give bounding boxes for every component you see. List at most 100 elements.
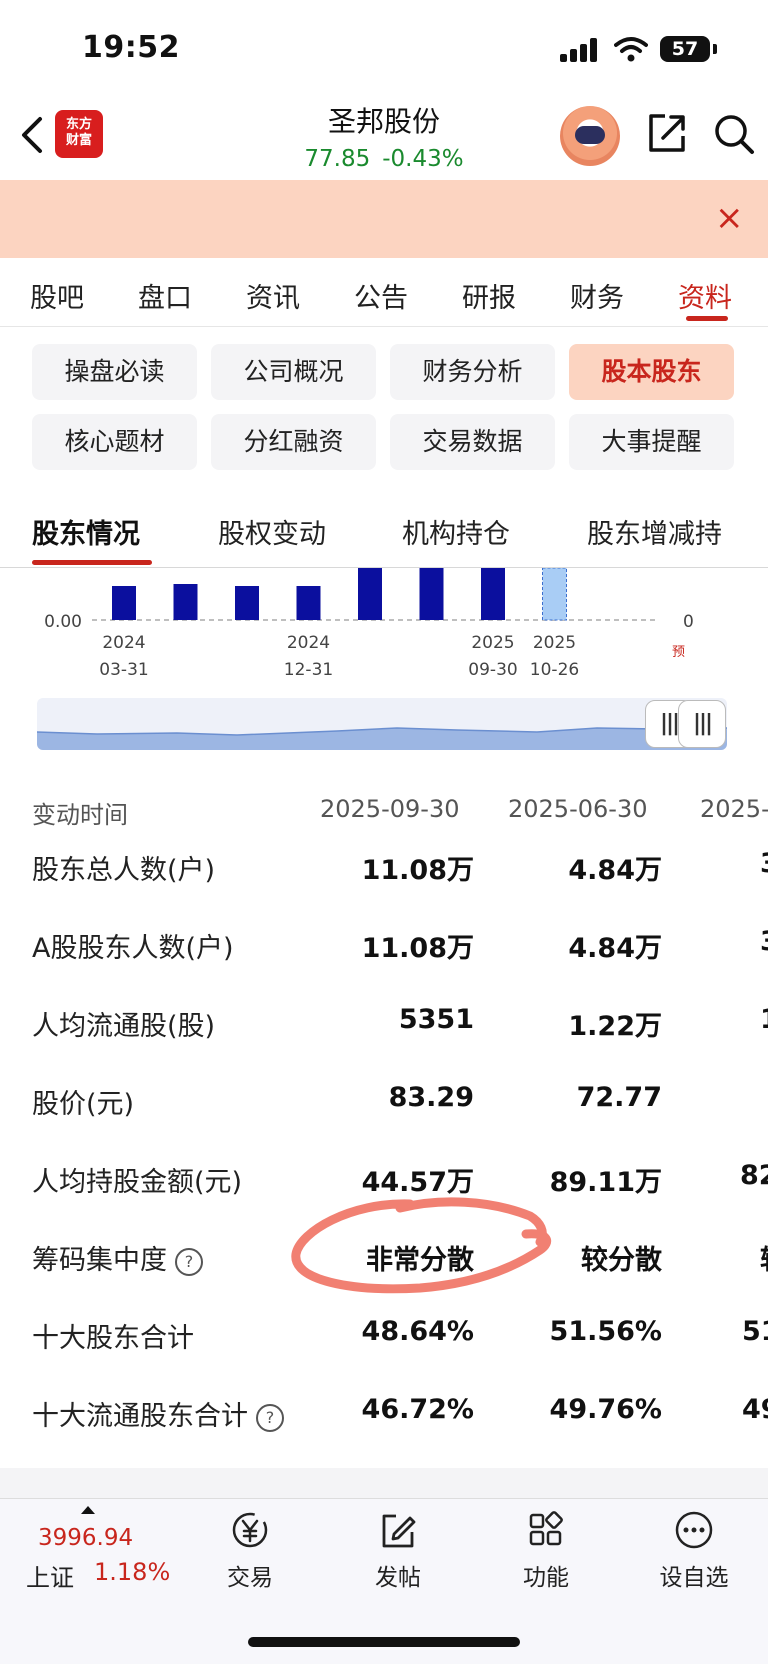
robot-face-icon (575, 126, 605, 144)
trade-yen-icon (232, 1512, 268, 1548)
search-icon[interactable] (712, 112, 756, 156)
subtab-equity-changes[interactable]: 股权变动 (218, 512, 326, 551)
tab-finance[interactable]: 财务 (570, 276, 624, 315)
grid-btn-trading-data[interactable]: 交易数据 (390, 414, 555, 470)
right-axis-zero-label: 0 (683, 612, 694, 632)
tab-research[interactable]: 研报 (462, 276, 516, 315)
help-icon[interactable]: ? (175, 1247, 203, 1276)
table-cell: 51.56% (549, 1316, 662, 1347)
grid-btn-dividends[interactable]: 分红融资 (211, 414, 376, 470)
table-cell: 46.72% (361, 1394, 474, 1425)
row-label-top10-holders: 十大股东合计 (32, 1323, 194, 1354)
grid-btn-financial-analysis[interactable]: 财务分析 (390, 344, 555, 400)
table-cell: 3 (760, 926, 768, 957)
add-watchlist-label: 设自选 (659, 1565, 729, 1591)
home-indicator (248, 1637, 520, 1647)
help-icon[interactable]: ? (256, 1403, 284, 1432)
table-cell: 1.22万 (568, 1011, 662, 1042)
table-col-1: 2025-09-30 (320, 795, 460, 823)
bottom-nav-trade[interactable]: 交易 (195, 1510, 305, 1592)
table-cell: 72.77 (576, 1082, 662, 1113)
table-cell: 11.08万 (361, 855, 474, 886)
table-cell: 89.11万 (549, 1167, 662, 1198)
promo-banner[interactable] (0, 180, 768, 258)
shareholder-chart: 0.00 0 2024 03-31 2024 12-31 2025 09-30 2025 10… (44, 568, 694, 680)
chart-bar-2025-10-26 (542, 568, 567, 621)
table-col-3: 2025- (700, 795, 768, 823)
functions-label: 功能 (523, 1565, 569, 1591)
chart-range-slider[interactable] (37, 698, 727, 750)
table-cell: 83.29 (388, 1082, 474, 1113)
x-tick-date: 03-31 (99, 660, 148, 680)
trade-label: 交易 (227, 1565, 273, 1591)
grid-btn-company-overview[interactable]: 公司概况 (211, 344, 376, 400)
tab-guba[interactable]: 股吧 (30, 276, 84, 315)
chart-bar-2025-06-30 (419, 568, 444, 620)
grid-btn-shareholders[interactable]: 股本股东 (569, 344, 734, 400)
active-tab-indicator (686, 316, 728, 321)
x-tick-date: 10-26 (530, 660, 579, 680)
table-cell: 4.84万 (568, 933, 662, 964)
share-icon[interactable] (645, 112, 687, 154)
main-tabs: 股吧 盘口 资讯 公告 研报 财务 资料 (0, 270, 768, 327)
stock-price: 77.85 (304, 146, 371, 172)
table-cell: 较 (760, 1238, 768, 1277)
index-change[interactable]: 1.18% (94, 1558, 170, 1586)
tab-pankou[interactable]: 盘口 (138, 276, 192, 315)
tab-news[interactable]: 资讯 (246, 276, 300, 315)
battery-tip (713, 44, 717, 54)
x-tick-year: 2025 (471, 633, 514, 653)
subtab-institution-holdings[interactable]: 机构持仓 (402, 512, 510, 551)
forecast-label: 预 (672, 645, 685, 660)
edit-icon (382, 1514, 416, 1548)
table-col-2: 2025-06-30 (508, 795, 648, 823)
table-cell: 4.84万 (568, 855, 662, 886)
table-cell: 较分散 (581, 1245, 662, 1276)
index-value[interactable]: 3996.94 (38, 1525, 133, 1551)
top10-float-label: 十大流通股东合计 (32, 1401, 248, 1432)
chart-bar-2024-06-30 (173, 584, 198, 620)
stock-change: -0.43% (382, 146, 464, 172)
row-label-avg-holding-value: 人均持股金额(元) (32, 1167, 243, 1198)
x-tick-year: 2025 (533, 633, 576, 653)
table-cell: 82 (740, 1160, 768, 1191)
x-tick-year: 2024 (102, 633, 145, 653)
table-cell: 11.08万 (361, 933, 474, 964)
tab-announcements[interactable]: 公告 (354, 276, 408, 315)
section-gap (0, 1468, 768, 1498)
battery-indicator: 57 (660, 36, 710, 62)
chart-bar-2024-09-30 (235, 586, 259, 620)
bottom-nav-functions[interactable]: 功能 (491, 1510, 601, 1592)
active-subtab-indicator (32, 560, 152, 565)
subtab-shareholder-status[interactable]: 股东情况 (32, 512, 140, 551)
index-name[interactable]: 上证 (26, 1558, 74, 1593)
chart-bar-2024-03-31 (112, 586, 136, 620)
concentration-label: 筹码集中度 (32, 1245, 167, 1276)
row-label-avg-float-shares: 人均流通股(股) (32, 1011, 216, 1042)
grid-apps-icon (529, 1511, 563, 1546)
hand-drawn-circle-annotation (291, 1197, 552, 1294)
x-tick-year: 2024 (287, 633, 330, 653)
x-tick-date: 12-31 (284, 660, 333, 680)
chart-bar-2025-03-31 (358, 568, 382, 620)
bottom-nav-add-watchlist[interactable]: 设自选 (639, 1510, 749, 1592)
x-tick-date: 09-30 (468, 660, 517, 680)
bottom-nav-post[interactable]: 发帖 (343, 1510, 453, 1592)
subtab-shareholder-changes[interactable]: 股东增减持 (587, 512, 722, 551)
banner-close-icon[interactable]: × (715, 200, 744, 236)
table-header-label: 变动时间 (32, 801, 128, 829)
chart-bar-2025-09-30 (481, 568, 505, 620)
slider-right-handle[interactable]: ||| (678, 700, 726, 748)
row-label-concentration: 筹码集中度? (32, 1238, 203, 1277)
table-cell: 49.76% (549, 1394, 662, 1425)
grid-btn-events[interactable]: 大事提醒 (569, 414, 734, 470)
tab-profile[interactable]: 资料 (678, 276, 732, 315)
grid-btn-core-themes[interactable]: 核心题材 (32, 414, 197, 470)
table-cell: 49 (742, 1394, 768, 1425)
table-cell: 48.64% (361, 1316, 474, 1347)
chart-bar-2024-12-31 (296, 586, 321, 620)
table-cell: 5351 (398, 1004, 474, 1035)
table-cell: 1 (760, 1004, 768, 1035)
slider-overview-area (37, 727, 727, 750)
grid-btn-must-read[interactable]: 操盘必读 (32, 344, 197, 400)
